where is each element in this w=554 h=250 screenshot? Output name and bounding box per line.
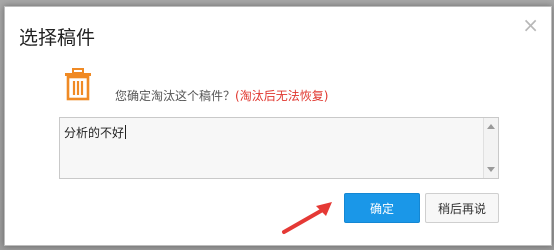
reason-textarea[interactable]: 分析的不好 xyxy=(59,117,499,179)
textarea-scrollbar[interactable] xyxy=(483,118,498,178)
confirm-text: 您确定淘汰这个稿件？ xyxy=(115,89,236,103)
warn-text: (淘汰后无法恢复) xyxy=(235,89,329,103)
ok-button[interactable]: 确定 xyxy=(344,193,420,223)
trash-icon xyxy=(65,68,91,101)
close-icon[interactable]: × xyxy=(522,15,539,35)
confirm-message: 您确定淘汰这个稿件？(淘汰后无法恢复) xyxy=(115,87,328,104)
dialog-title: 选择稿件 xyxy=(19,27,96,49)
annotation-arrow-icon xyxy=(282,202,332,234)
later-button[interactable]: 稍后再说 xyxy=(425,193,499,223)
select-manuscript-dialog: 选择稿件 × 您确定淘汰这个稿件？(淘汰后无法恢复) 分析的不好 确定 稍后再说 xyxy=(4,6,552,246)
reason-textarea-value: 分析的不好 xyxy=(64,125,127,140)
scroll-down-icon[interactable] xyxy=(487,167,495,172)
text-caret xyxy=(125,125,127,139)
scroll-up-icon[interactable] xyxy=(487,124,495,129)
